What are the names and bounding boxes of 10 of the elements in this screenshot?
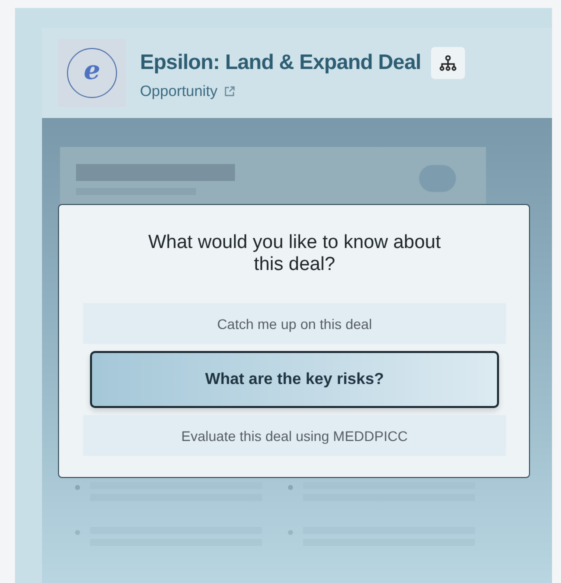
prompt-option[interactable]: Evaluate this deal using MEDDPICC bbox=[83, 415, 506, 456]
prompt-option[interactable]: What are the key risks? bbox=[90, 351, 499, 408]
avatar-logo: e bbox=[67, 48, 117, 98]
hierarchy-button[interactable] bbox=[430, 46, 465, 78]
record-type-link[interactable]: Opportunity bbox=[140, 82, 218, 100]
dialog-question: What would you like to know about this deal? bbox=[147, 232, 442, 276]
prompt-option[interactable]: Catch me up on this deal bbox=[83, 303, 506, 344]
deal-title: Epsilon: Land & Expand Deal bbox=[140, 50, 421, 74]
hierarchy-icon bbox=[438, 54, 457, 70]
external-link-icon bbox=[224, 86, 235, 96]
